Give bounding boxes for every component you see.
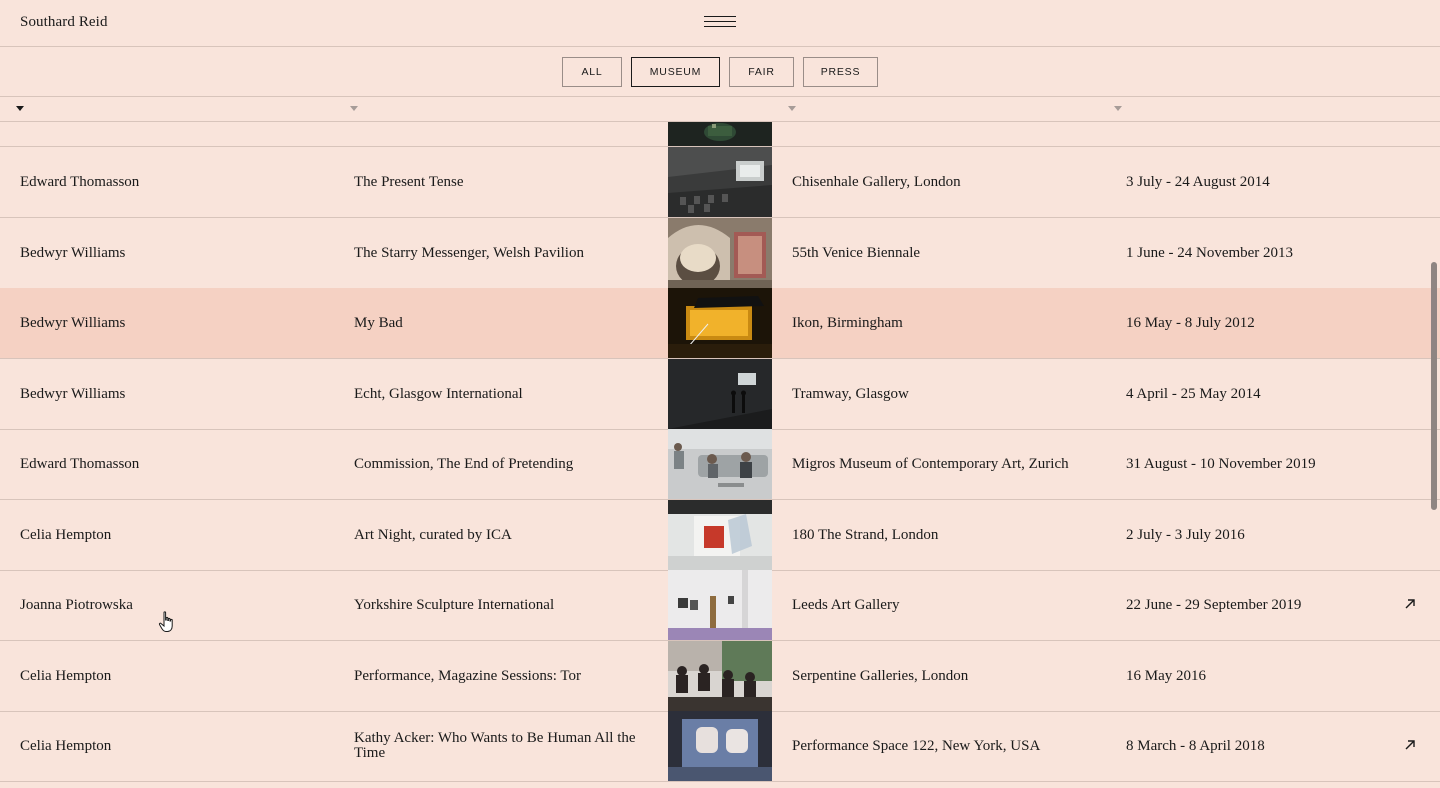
venue[interactable]: 55th Venice Biennale: [792, 218, 1112, 288]
exhibition-title[interactable]: The Present Tense: [354, 147, 649, 217]
exhibition-title[interactable]: Echt, Glasgow International: [354, 359, 649, 429]
venue[interactable]: Tramway, Glasgow: [792, 359, 1112, 429]
artist-name[interactable]: Bedwyr Williams: [20, 359, 340, 429]
venue[interactable]: Chisenhale Gallery, London: [792, 147, 1112, 217]
artist-name[interactable]: Joanna Piotrowska: [20, 570, 340, 640]
dates[interactable]: 16 May - 8 July 2012: [1126, 288, 1376, 358]
artist-name[interactable]: Bedwyr Williams: [20, 218, 340, 288]
dates[interactable]: 16 May 2016: [1126, 641, 1376, 711]
venue[interactable]: Ikon, Birmingham: [792, 288, 1112, 358]
exhibition-title[interactable]: Performance, Magazine Sessions: Tor: [354, 641, 649, 711]
venue[interactable]: Serpentine Galleries, London: [792, 641, 1112, 711]
exhibition-thumbnail[interactable]: [668, 359, 772, 429]
artist-name[interactable]: Celia Hempton: [20, 641, 340, 711]
filter-press-button[interactable]: PRESS: [803, 57, 878, 87]
exhibition-thumbnail[interactable]: [668, 429, 772, 499]
dates[interactable]: 2 July - 3 July 2016: [1126, 500, 1376, 570]
artist-name[interactable]: Edward Thomasson: [20, 429, 340, 499]
venue[interactable]: Migros Museum of Contemporary Art, Zuric…: [792, 429, 1112, 499]
artist-name[interactable]: Bedwyr Williams: [20, 288, 340, 358]
venue[interactable]: Performance Space 122, New York, USA: [792, 711, 1112, 781]
site-header: Southard Reid: [0, 0, 1440, 47]
table-row[interactable]: Joanna Piotrowska Yorkshire Sculpture In…: [0, 570, 1440, 641]
sort-artist-icon[interactable]: [16, 106, 24, 111]
sort-dates-icon[interactable]: [1114, 106, 1122, 111]
venue[interactable]: Leeds Art Gallery: [792, 570, 1112, 640]
table-row[interactable]: Celia Hempton Performance, Magazine Sess…: [0, 641, 1440, 712]
brand-name[interactable]: Southard Reid: [20, 14, 108, 31]
exhibition-thumbnail[interactable]: [668, 147, 772, 217]
filter-fair-button[interactable]: FAIR: [729, 57, 794, 87]
dates[interactable]: 1 June - 24 November 2013: [1126, 218, 1376, 288]
artist-name[interactable]: Edward Thomasson: [20, 147, 340, 217]
table-row[interactable]: Celia Hempton Art Night, curated by ICA …: [0, 500, 1440, 571]
vertical-scrollbar[interactable]: [1431, 262, 1437, 510]
exhibition-title[interactable]: My Bad: [354, 288, 649, 358]
filter-all-button[interactable]: ALL: [562, 57, 622, 87]
exhibition-list[interactable]: Edward Thomasson The Present Tense Chise…: [0, 122, 1440, 788]
arrow-up-right-icon[interactable]: [1402, 596, 1418, 612]
exhibition-title[interactable]: Kathy Acker: Who Wants to Be Human All t…: [354, 711, 649, 781]
exhibition-title[interactable]: Commission, The End of Pretending: [354, 429, 649, 499]
dates[interactable]: 22 June - 29 September 2019: [1126, 570, 1376, 640]
dates[interactable]: 8 March - 8 April 2018: [1126, 711, 1376, 781]
table-row[interactable]: Celia Hempton Kathy Acker: Who Wants to …: [0, 711, 1440, 782]
exhibition-thumbnail[interactable]: [668, 288, 772, 358]
artist-name[interactable]: Celia Hempton: [20, 500, 340, 570]
dates[interactable]: 4 April - 25 May 2014: [1126, 359, 1376, 429]
exhibition-thumbnail[interactable]: [668, 218, 772, 288]
artist-name[interactable]: Celia Hempton: [20, 711, 340, 781]
exhibition-thumbnail[interactable]: [668, 711, 772, 781]
arrow-up-right-icon[interactable]: [1402, 737, 1418, 753]
exhibition-thumbnail[interactable]: [668, 570, 772, 640]
dates[interactable]: 31 August - 10 November 2019: [1126, 429, 1376, 499]
partial-thumbnail: [668, 782, 772, 788]
sort-venue-icon[interactable]: [788, 106, 796, 111]
table-row[interactable]: Edward Thomasson The Present Tense Chise…: [0, 147, 1440, 218]
exhibition-thumbnail[interactable]: [668, 641, 772, 711]
exhibition-title[interactable]: Art Night, curated by ICA: [354, 500, 649, 570]
filter-museum-button[interactable]: MUSEUM: [631, 57, 720, 87]
table-row[interactable]: Edward Thomasson Commission, The End of …: [0, 429, 1440, 500]
partial-thumbnail: [668, 122, 772, 146]
table-row[interactable]: Bedwyr Williams The Starry Messenger, We…: [0, 218, 1440, 289]
table-row[interactable]: Bedwyr Williams Echt, Glasgow Internatio…: [0, 359, 1440, 430]
hand-pointer-icon: [158, 611, 176, 633]
table-row-highlighted[interactable]: Bedwyr Williams My Bad Ikon, Birmingham …: [0, 288, 1440, 359]
hamburger-menu-icon[interactable]: [704, 14, 736, 30]
filter-bar: ALL MUSEUM FAIR PRESS: [0, 47, 1440, 97]
dates[interactable]: 3 July - 24 August 2014: [1126, 147, 1376, 217]
sort-bar: [0, 97, 1440, 122]
exhibition-thumbnail[interactable]: [668, 500, 772, 570]
exhibition-title[interactable]: Yorkshire Sculpture International: [354, 570, 649, 640]
venue[interactable]: 180 The Strand, London: [792, 500, 1112, 570]
exhibition-title[interactable]: The Starry Messenger, Welsh Pavilion: [354, 218, 649, 288]
sort-title-icon[interactable]: [350, 106, 358, 111]
